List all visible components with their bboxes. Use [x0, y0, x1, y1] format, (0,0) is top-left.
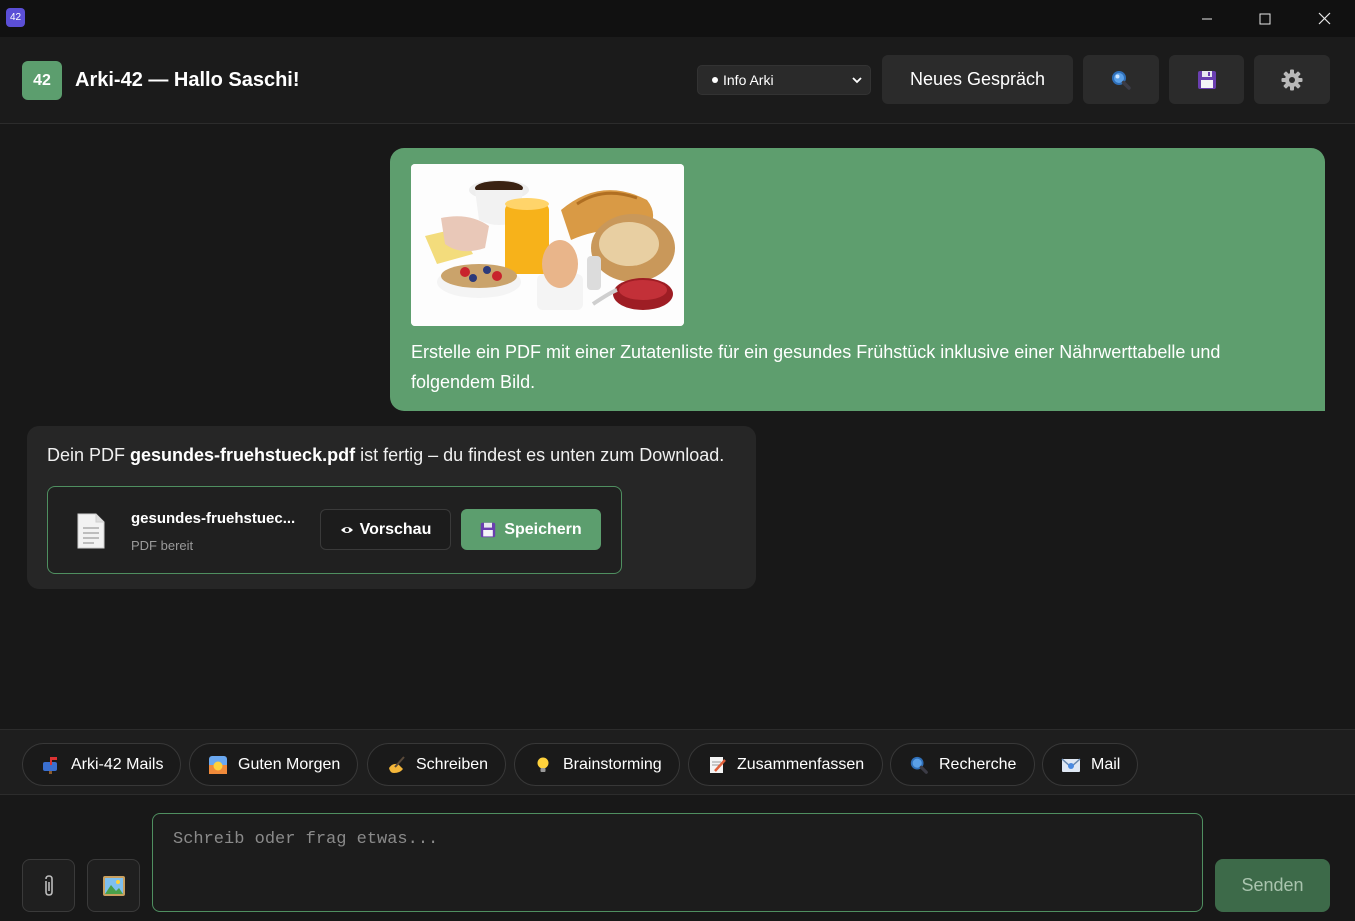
eye-icon — [340, 526, 353, 533]
save-button[interactable] — [1169, 55, 1244, 104]
message-input[interactable] — [171, 828, 1175, 902]
attach-button[interactable] — [22, 859, 75, 912]
page-title: Arki-42 — Hallo Saschi! — [75, 69, 300, 91]
memo-icon — [707, 755, 727, 775]
app-logo: 42 — [22, 61, 62, 100]
minimize-icon — [1202, 18, 1212, 19]
maximize-icon — [1259, 13, 1271, 24]
lightbulb-icon — [533, 755, 553, 775]
floppy-disk-icon — [1197, 70, 1216, 89]
writing-hand-icon — [386, 755, 406, 775]
assistant-message: Dein PDF gesundes-fruehstueck.pdf ist fe… — [27, 426, 756, 589]
mode-dot-icon — [712, 77, 718, 83]
preview-button[interactable]: Vorschau — [320, 509, 451, 550]
quick-action-recherche[interactable]: Recherche — [890, 743, 1035, 786]
close-button[interactable] — [1295, 0, 1353, 37]
window-titlebar: 42 — [0, 0, 1355, 37]
image-upload-button[interactable] — [87, 859, 140, 912]
save-file-button[interactable]: Speichern — [461, 509, 601, 550]
paperclip-icon — [44, 874, 53, 896]
mailbox-icon — [41, 755, 61, 775]
quick-action-arki-mails[interactable]: Arki-42 Mails — [22, 743, 181, 786]
search-button[interactable] — [1083, 55, 1159, 104]
minimize-button[interactable] — [1178, 0, 1236, 37]
quick-action-label: Guten Morgen — [238, 755, 341, 773]
maximize-button[interactable] — [1236, 0, 1294, 37]
app-icon: 42 — [6, 8, 25, 27]
close-icon — [1318, 12, 1330, 25]
mode-select[interactable]: Info Arki — [697, 65, 871, 95]
assistant-text-before: Dein PDF — [47, 445, 131, 465]
assistant-message-text: Dein PDF gesundes-fruehstueck.pdf ist fe… — [47, 445, 724, 466]
search-icon — [1112, 70, 1131, 90]
sunrise-icon — [208, 755, 228, 775]
quick-action-label: Mail — [1091, 755, 1121, 773]
save-file-button-label: Speichern — [504, 520, 582, 538]
pdf-file-card: gesundes-fruehstuec... PDF bereit Vorsch… — [47, 486, 622, 574]
gear-icon — [1281, 69, 1303, 90]
quick-action-mail[interactable]: Mail — [1042, 743, 1138, 786]
chevron-down-icon — [852, 77, 862, 84]
floppy-disk-icon — [481, 522, 496, 537]
magnifier-icon — [909, 755, 929, 775]
quick-action-label: Recherche — [939, 755, 1017, 773]
app-header: 42 Arki-42 — Hallo Saschi! Info Arki Neu… — [0, 37, 1355, 124]
quick-action-schreiben[interactable]: Schreiben — [367, 743, 506, 786]
quick-action-label: Arki-42 Mails — [71, 755, 164, 773]
breakfast-photo — [411, 164, 684, 326]
quick-actions-bar: Arki-42 Mails Guten Morgen Schreiben Bra… — [0, 729, 1355, 795]
user-message-text: Erstelle ein PDF mit einer Zutatenliste … — [411, 342, 1221, 392]
file-status: PDF bereit — [131, 538, 194, 553]
quick-action-label: Zusammenfassen — [737, 755, 865, 773]
quick-action-guten-morgen[interactable]: Guten Morgen — [189, 743, 358, 786]
assistant-text-after: ist fertig – du findest es unten zum Dow… — [355, 445, 725, 465]
quick-action-brainstorming[interactable]: Brainstorming — [514, 743, 680, 786]
quick-action-zusammenfassen[interactable]: Zusammenfassen — [688, 743, 883, 786]
envelope-icon — [1061, 755, 1081, 775]
document-icon — [77, 513, 105, 549]
assistant-filename: gesundes-fruehstueck.pdf — [130, 445, 356, 465]
new-chat-button[interactable]: Neues Gespräch — [882, 55, 1073, 104]
quick-action-label: Brainstorming — [563, 755, 662, 773]
message-input-box[interactable] — [152, 813, 1203, 912]
quick-action-label: Schreiben — [416, 755, 489, 773]
send-button[interactable]: Senden — [1215, 859, 1330, 912]
attached-breakfast-image[interactable] — [411, 164, 684, 326]
user-message: Erstelle ein PDF mit einer Zutatenliste … — [390, 148, 1325, 411]
mode-select-value: Info Arki — [723, 72, 774, 88]
file-name: gesundes-fruehstuec... — [131, 510, 296, 527]
preview-button-label: Vorschau — [359, 520, 432, 538]
settings-button[interactable] — [1254, 55, 1330, 104]
image-icon — [102, 875, 125, 896]
